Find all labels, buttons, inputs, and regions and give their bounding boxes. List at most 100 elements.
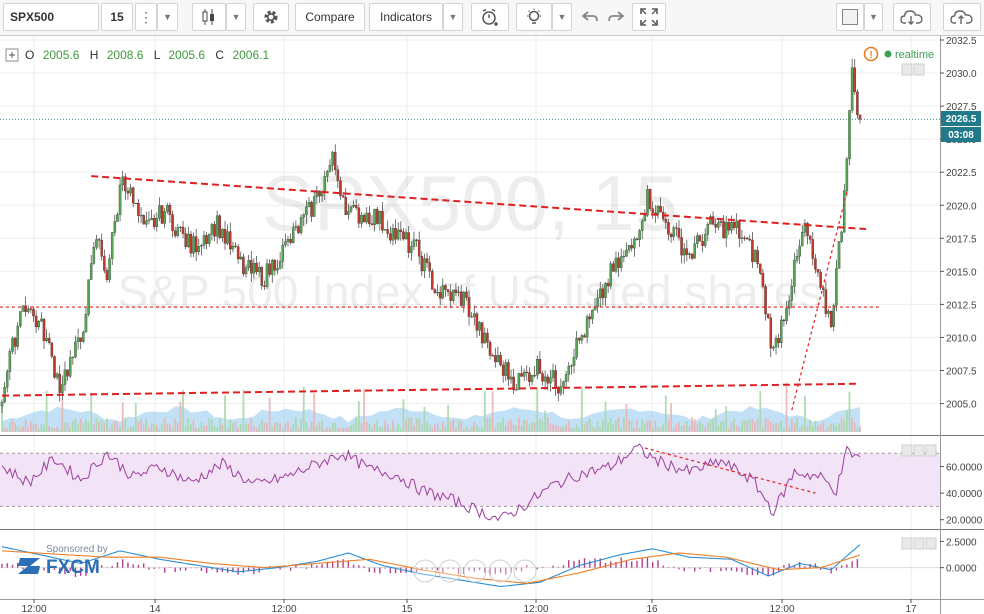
candle-body — [732, 222, 736, 228]
color-swatch-dropdown[interactable]: ▼ — [864, 3, 883, 31]
volume-bar — [468, 428, 470, 432]
pane-control-button[interactable] — [925, 444, 937, 457]
pane-control-button[interactable] — [901, 63, 913, 76]
candle-body — [97, 239, 101, 241]
candle-body — [619, 256, 623, 268]
ideas-button[interactable] — [516, 3, 552, 31]
volume-bar — [439, 428, 442, 432]
candle-body — [682, 248, 686, 256]
redo-button[interactable] — [603, 3, 629, 31]
macd-histogram-bar — [174, 567, 176, 573]
candle-body — [32, 308, 35, 317]
indicators-button[interactable]: Indicators — [369, 3, 443, 31]
candle-body — [291, 227, 295, 243]
candle-body — [103, 256, 106, 271]
volume-bar — [203, 425, 205, 432]
candle-body — [386, 229, 389, 234]
macd-histogram-bar — [400, 567, 402, 573]
settings-button[interactable] — [253, 3, 289, 31]
candle-body — [488, 342, 492, 356]
chart-style-dropdown[interactable]: ▼ — [226, 3, 246, 31]
chart-canvas[interactable]: SPX500, 15 S&P 500 Index of US listed sh… — [0, 36, 984, 614]
volume-bar — [239, 424, 242, 432]
save-chart-button[interactable] — [943, 3, 981, 31]
volume-bar — [801, 425, 804, 432]
macd-histogram-bar — [436, 567, 439, 571]
candle-body — [772, 346, 775, 349]
candle-body — [727, 222, 731, 231]
symbol-input[interactable]: SPX500 — [3, 3, 99, 31]
candle-body — [142, 215, 145, 225]
volume-bar — [255, 428, 258, 432]
candle-body — [730, 222, 733, 231]
volume-bar — [607, 422, 610, 432]
volume-bar — [712, 419, 714, 432]
volume-bar — [636, 419, 638, 432]
candle-body — [223, 229, 227, 244]
candle-body — [740, 237, 744, 239]
volume-bar — [809, 419, 812, 432]
candle-body — [113, 221, 117, 233]
more-button[interactable]: ⋮ — [135, 3, 157, 31]
macd-histogram-bar — [746, 567, 748, 575]
undo-button[interactable] — [577, 3, 603, 31]
volume-bar — [798, 427, 801, 432]
candle-body — [635, 238, 639, 240]
volume-bar — [127, 428, 129, 432]
pane-control-button[interactable] — [901, 537, 913, 550]
alert-button[interactable] — [471, 3, 509, 31]
interval-button[interactable]: 15 — [101, 3, 133, 31]
macd-histogram-bar — [699, 567, 701, 570]
candle-body — [753, 250, 757, 262]
volume-bar — [455, 427, 457, 432]
price-tick-label: 2020.0 — [946, 201, 977, 212]
candle-body — [284, 241, 287, 246]
ideas-dropdown[interactable]: ▼ — [552, 3, 572, 31]
candle-body — [202, 235, 206, 246]
macd-histogram-bar — [153, 567, 155, 569]
volume-bar — [213, 425, 216, 432]
pane-control-button[interactable] — [913, 63, 925, 76]
candle-body — [648, 189, 652, 209]
candle-body — [181, 226, 185, 234]
price-tick-label: 2010.0 — [946, 333, 977, 344]
volume-bar — [504, 426, 507, 432]
indicators-dropdown[interactable]: ▼ — [443, 3, 463, 31]
volume-bar — [662, 423, 665, 432]
volume-bar — [428, 424, 431, 432]
fullscreen-button[interactable] — [632, 3, 666, 31]
load-chart-button[interactable] — [893, 3, 931, 31]
volume-bar — [158, 428, 161, 432]
candle-body — [168, 205, 172, 215]
candle-body — [601, 288, 605, 298]
candle-body — [793, 260, 796, 287]
volume-bar — [373, 423, 376, 432]
candle-body — [63, 369, 67, 385]
time-tick-label: 12:00 — [21, 604, 46, 614]
volume-bar — [667, 419, 670, 432]
volume-bar — [98, 421, 100, 432]
candle-body — [40, 318, 43, 322]
compare-button[interactable]: Compare — [295, 3, 365, 31]
chart-style-button[interactable] — [192, 3, 226, 31]
volume-bar — [376, 419, 379, 432]
candle-body — [354, 204, 358, 208]
volume-bar — [628, 419, 631, 432]
macd-histogram-bar — [142, 563, 145, 568]
volume-bar — [507, 420, 510, 432]
volume-bar — [124, 417, 127, 432]
pane-control-button[interactable] — [925, 537, 937, 550]
low-label: L — [154, 48, 161, 62]
candle-body — [155, 218, 159, 227]
macd-histogram-bar — [384, 567, 386, 569]
pane-control-button[interactable] — [913, 444, 925, 457]
candle-body — [333, 151, 337, 171]
candle-body — [137, 202, 140, 216]
pane-control-button[interactable] — [901, 444, 913, 457]
color-swatch-button[interactable] — [836, 3, 864, 31]
more-dropdown[interactable]: ▼ — [157, 3, 178, 31]
realtime-dot-icon — [884, 50, 892, 58]
candle-body — [759, 263, 762, 274]
candle-body — [16, 325, 19, 347]
pane-control-button[interactable] — [913, 537, 925, 550]
